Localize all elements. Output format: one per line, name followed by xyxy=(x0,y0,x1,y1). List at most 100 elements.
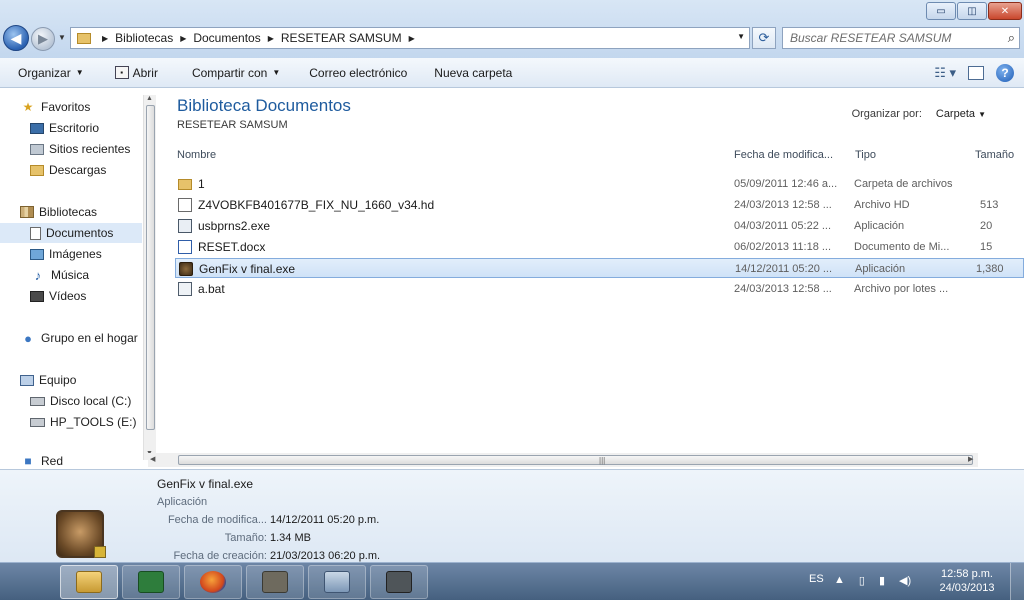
sidebar-item-favoritos[interactable]: ★ Favoritos xyxy=(20,97,160,117)
desktop-icon xyxy=(30,122,44,134)
forward-arrow-icon: ▶ xyxy=(38,31,48,46)
volume-icon[interactable]: ◀) xyxy=(899,574,911,587)
language-indicator[interactable]: ES xyxy=(809,573,824,585)
window-controls: ▭ ◫ ✕ xyxy=(926,2,1022,20)
column-header-name[interactable]: Nombre xyxy=(177,149,216,161)
sidebar-item-documentos[interactable]: Documentos xyxy=(0,223,142,243)
file-name: usbprns2.exe xyxy=(198,219,271,233)
details-file-kind: Aplicación xyxy=(157,496,208,508)
taskbar-app-button[interactable] xyxy=(246,565,304,599)
chevron-right-icon[interactable]: ▶ xyxy=(268,34,274,43)
details-size-label: Tamaño: xyxy=(224,532,267,544)
scroll-left-icon[interactable]: ◀ xyxy=(150,455,155,463)
scroll-up-icon[interactable]: ▲ xyxy=(146,95,153,102)
organize-button[interactable]: Organizar ▼ xyxy=(0,58,93,88)
refresh-button[interactable]: ⟳ xyxy=(752,27,776,49)
chevron-right-icon[interactable]: ▶ xyxy=(409,34,415,43)
organize-label: Organizar xyxy=(18,65,71,80)
details-modified-value[interactable]: 14/12/2011 05:20 p.m. xyxy=(270,514,379,526)
show-hidden-icons-icon[interactable]: ▲ xyxy=(834,574,845,587)
breadcrumb-documentos[interactable]: Documentos xyxy=(193,31,260,45)
file-name: 1 xyxy=(198,177,205,191)
battery-icon[interactable]: ▯ xyxy=(859,574,865,587)
preview-pane-icon[interactable] xyxy=(968,66,984,80)
column-header-date[interactable]: Fecha de modifica... xyxy=(734,149,833,161)
minimize-button[interactable]: ▭ xyxy=(926,2,956,20)
open-button[interactable]: ▪ Abrir xyxy=(93,58,167,88)
taskbar: ES ▲ ▯ ▮ ◀) 12:58 p.m. 24/03/2013 xyxy=(0,562,1024,600)
breadcrumb-resetear-samsum[interactable]: RESETEAR SAMSUM xyxy=(281,31,402,45)
scroll-right-icon[interactable]: ▶ xyxy=(968,455,973,463)
application-icon xyxy=(178,219,192,233)
chevron-right-icon[interactable]: ▶ xyxy=(102,34,108,43)
maximize-button[interactable]: ◫ xyxy=(957,2,987,20)
sidebar-item-grupo-hogar[interactable]: ● Grupo en el hogar xyxy=(20,328,160,348)
title-bar: ▭ ◫ ✕ ◀ ▶ ▼ ▶ Bibliotecas ▶ Documentos ▶… xyxy=(0,0,1024,58)
sidebar-label: Bibliotecas xyxy=(39,205,98,219)
file-type: Archivo HD xyxy=(854,199,910,211)
horizontal-scrollbar[interactable]: ◀ ||| ▶ xyxy=(148,453,978,467)
taskbar-firefox-button[interactable] xyxy=(184,565,242,599)
chevron-right-icon[interactable]: ▶ xyxy=(180,34,186,43)
file-row[interactable]: 1 05/09/2011 12:46 a... Carpeta de archi… xyxy=(175,174,1024,194)
sidebar-label: Imágenes xyxy=(49,247,102,261)
show-desktop-button[interactable] xyxy=(1010,563,1024,600)
sidebar-item-equipo[interactable]: Equipo xyxy=(20,370,160,390)
sidebar-label: Grupo en el hogar xyxy=(41,331,138,345)
file-date: 24/03/2013 12:58 ... xyxy=(734,283,832,295)
recent-places-icon xyxy=(30,143,44,155)
file-row[interactable]: Z4VOBKFB401677B_FIX_NU_1660_v34.hd 24/03… xyxy=(175,195,1024,215)
taskbar-excel-button[interactable] xyxy=(122,565,180,599)
arrange-by[interactable]: Organizar por: Carpeta ▼ xyxy=(852,108,986,120)
column-header-size[interactable]: Tamaño xyxy=(975,149,1014,161)
file-type: Aplicación xyxy=(854,220,905,232)
file-row[interactable]: a.bat 24/03/2013 12:58 ... Archivo por l… xyxy=(175,279,1024,299)
batch-file-icon xyxy=(178,282,192,296)
navigation-pane: ★ Favoritos Escritorio Sitios recientes D… xyxy=(0,89,142,469)
open-icon: ▪ xyxy=(114,66,129,79)
network-signal-icon[interactable]: ▮ xyxy=(879,574,885,587)
file-date: 14/12/2011 05:20 ... xyxy=(735,263,833,275)
sidebar-scroll-thumb[interactable] xyxy=(146,105,155,430)
help-icon[interactable]: ? xyxy=(996,64,1014,82)
forward-button[interactable]: ▶ xyxy=(31,27,55,51)
sidebar-label: Equipo xyxy=(39,373,77,387)
chevron-down-icon[interactable]: ▼ xyxy=(737,32,745,41)
file-name: RESET.docx xyxy=(198,240,266,254)
sidebar-item-red[interactable]: ■ Red xyxy=(20,454,160,468)
breadcrumb-bibliotecas[interactable]: Bibliotecas xyxy=(115,31,173,45)
recent-pages-dropdown[interactable]: ▼ xyxy=(58,33,66,42)
homegroup-icon: ● xyxy=(24,330,32,346)
music-note-icon: ♪ xyxy=(34,267,42,283)
taskbar-app-button[interactable] xyxy=(308,565,366,599)
scroll-grip-icon: ||| xyxy=(599,456,606,465)
taskbar-app-button[interactable] xyxy=(370,565,428,599)
file-type: Aplicación xyxy=(855,263,906,275)
details-created-value[interactable]: 21/03/2013 06:20 p.m. xyxy=(270,550,380,562)
column-header-type[interactable]: Tipo xyxy=(855,149,876,161)
chevron-down-icon: ▼ xyxy=(75,68,84,77)
new-folder-button[interactable]: Nueva carpeta xyxy=(416,58,521,88)
share-button[interactable]: Compartir con ▼ xyxy=(167,58,289,88)
file-row-selected[interactable]: GenFix v final.exe 14/12/2011 05:20 ... … xyxy=(175,258,1024,278)
horizontal-scroll-thumb[interactable]: ||| xyxy=(178,455,973,465)
sidebar-scrollbar[interactable]: ▲ ▼ xyxy=(143,95,156,460)
view-options-icon[interactable]: ☷ ▾ xyxy=(934,65,956,81)
file-name: Z4VOBKFB401677B_FIX_NU_1660_v34.hd xyxy=(198,198,435,212)
address-bar[interactable]: ▶ Bibliotecas ▶ Documentos ▶ RESETEAR SA… xyxy=(70,27,750,49)
hard-drive-icon xyxy=(30,396,45,406)
sidebar-label: Red xyxy=(41,454,64,468)
file-row[interactable]: usbprns2.exe 04/03/2011 05:22 ... Aplica… xyxy=(175,216,1024,236)
back-button[interactable]: ◀ xyxy=(3,25,29,51)
search-icon[interactable]: ⌕ xyxy=(1008,30,1015,46)
file-row[interactable]: RESET.docx 06/02/2013 11:18 ... Document… xyxy=(175,237,1024,257)
search-input[interactable]: Buscar RESETEAR SAMSUM ⌕ xyxy=(782,27,1020,49)
close-button[interactable]: ✕ xyxy=(988,2,1022,20)
sidebar-label: Escritorio xyxy=(49,121,100,135)
taskbar-explorer-button[interactable] xyxy=(60,565,118,599)
file-size: 513 xyxy=(980,199,999,211)
arrange-value[interactable]: Carpeta ▼ xyxy=(936,108,986,120)
clock[interactable]: 12:58 p.m. 24/03/2013 xyxy=(932,567,1002,595)
email-button[interactable]: Correo electrónico xyxy=(289,58,416,88)
sidebar-item-bibliotecas[interactable]: Bibliotecas xyxy=(20,202,160,222)
